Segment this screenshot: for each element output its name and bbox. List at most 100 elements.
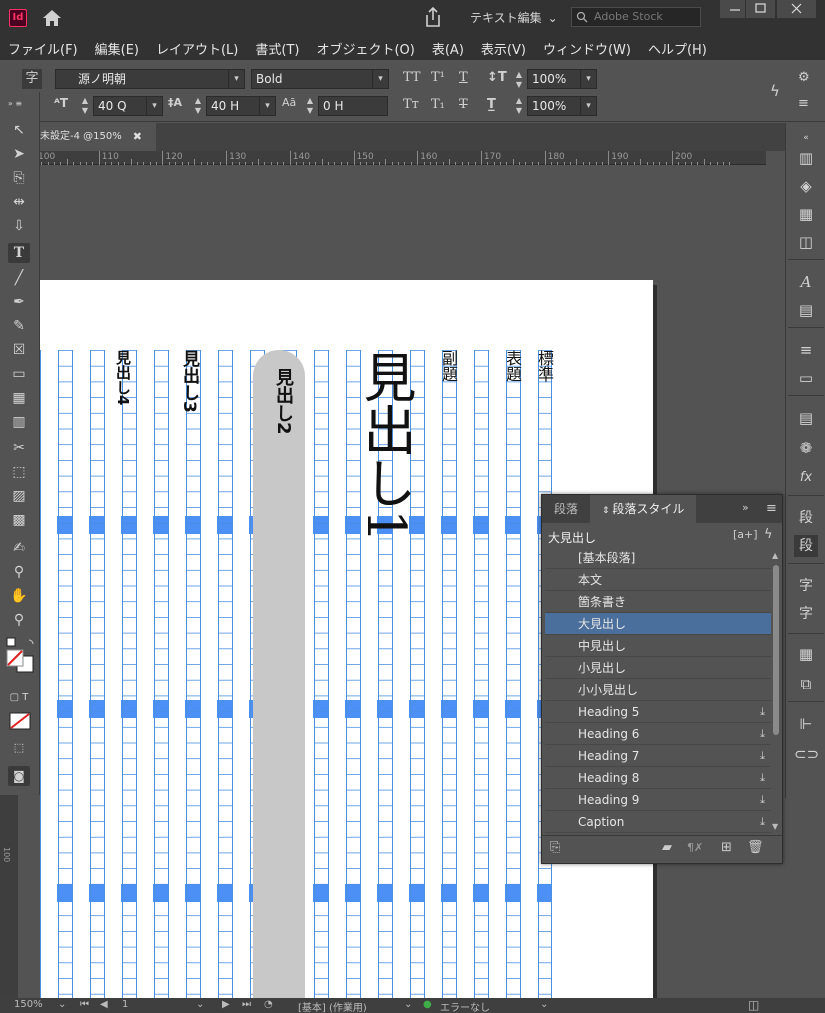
note-tool-icon[interactable]: ✍: [8, 538, 30, 558]
screen-mode-icon[interactable]: ◙: [8, 766, 30, 786]
character-mode-button[interactable]: 字: [22, 69, 42, 89]
underline-icon[interactable]: T: [459, 70, 468, 85]
panel-collapse-icon[interactable]: »: [742, 501, 749, 514]
leading-field[interactable]: 40 H ▾: [206, 96, 276, 116]
content-collector-icon[interactable]: ⇩: [8, 216, 30, 236]
preflight-status[interactable]: エラーなし: [440, 999, 490, 1013]
layers-panel-icon[interactable]: ◈: [794, 175, 818, 197]
workspace-switcher[interactable]: テキスト編集 ⌄: [470, 8, 558, 28]
small-caps-icon[interactable]: Tт: [403, 97, 419, 112]
document-tab[interactable]: 未設定-4 @150% ✖: [40, 123, 156, 151]
view-mode-icon[interactable]: ⬚: [8, 738, 30, 758]
tab-paragraph[interactable]: 段落: [542, 495, 590, 523]
eyedropper-tool-icon[interactable]: ⚲: [8, 562, 30, 582]
leading-stepper[interactable]: ▲ ▼: [192, 96, 204, 116]
split-view-icon[interactable]: ◫: [748, 998, 759, 1012]
type-tool-icon[interactable]: T: [8, 243, 30, 263]
quick-apply-icon[interactable]: ϟ: [770, 82, 780, 100]
standard-text[interactable]: 標準: [532, 350, 556, 382]
vertical-ruler[interactable]: 100: [0, 795, 18, 998]
horizontal-ruler[interactable]: 100 110 120 130 140 150 160 170 180 190 200: [35, 151, 766, 165]
style-list-item[interactable]: Heading 6 ⤓: [545, 723, 771, 745]
chevron-down-icon[interactable]: ⌄: [58, 999, 66, 1010]
gap-tool-icon[interactable]: ⇹: [8, 192, 30, 212]
vertical-scale-field[interactable]: 100% ▾: [527, 69, 597, 89]
vertical-grid-tool-icon[interactable]: ▥: [8, 412, 30, 432]
gradient-swatch-tool-icon[interactable]: ▨: [8, 486, 30, 506]
chevron-down-icon[interactable]: ⌄: [196, 999, 204, 1010]
fill-stroke-swatch[interactable]: [5, 636, 37, 676]
menu-table[interactable]: 表(A): [432, 39, 464, 58]
style-list-item[interactable]: 中見出し: [545, 635, 771, 657]
align-panel-icon[interactable]: ⊩: [794, 713, 818, 735]
pen-tool-icon[interactable]: ✒: [8, 292, 30, 312]
previous-page-icon[interactable]: ◀: [100, 999, 108, 1010]
first-page-icon[interactable]: ⏮: [80, 999, 89, 1010]
tab-paragraph-styles[interactable]: ⇕ 段落スタイル: [590, 495, 697, 523]
font-family-field[interactable]: 源ノ明朝 ▾: [55, 69, 245, 89]
panel-menu-icon[interactable]: ≡: [798, 96, 809, 111]
style-list-item[interactable]: Heading 7 ⤓: [545, 745, 771, 767]
direct-selection-tool-icon[interactable]: ➤: [8, 144, 30, 164]
style-list-item[interactable]: 小見出し: [545, 657, 771, 679]
subtitle-text[interactable]: 副題: [436, 350, 460, 382]
chevron-down-icon[interactable]: ▾: [580, 97, 596, 115]
tracking-stepper[interactable]: ▲ ▼: [304, 96, 316, 116]
character-styles-panel-icon[interactable]: 字: [794, 603, 818, 625]
gradient-feather-tool-icon[interactable]: ▩: [8, 510, 30, 530]
menu-edit[interactable]: 編集(E): [95, 39, 139, 58]
font-size-field[interactable]: 40 Q ▾: [93, 96, 163, 116]
zoom-tool-icon[interactable]: ⚲: [8, 610, 30, 630]
clear-overrides-icon[interactable]: ¶✗: [687, 841, 703, 854]
paragraph-panel-icon[interactable]: 段: [794, 507, 818, 529]
open-page-icon[interactable]: ◔: [264, 999, 273, 1010]
glyphs-panel-icon[interactable]: A: [794, 271, 818, 293]
rectangle-frame-tool-icon[interactable]: ☒: [8, 340, 30, 360]
formatting-container-icon[interactable]: ▢ T: [8, 688, 30, 708]
last-page-icon[interactable]: ⏭: [242, 999, 251, 1010]
panel-menu-icon[interactable]: ≡: [766, 501, 777, 516]
chevron-down-icon[interactable]: ⌄: [540, 999, 548, 1010]
scrollbar-thumb[interactable]: [773, 565, 779, 735]
title-text[interactable]: 表題: [500, 350, 524, 382]
tools-collapse-icon[interactable]: » ≡: [4, 94, 26, 114]
heading1-text[interactable]: 見出し1: [355, 350, 416, 543]
scissors-tool-icon[interactable]: ✂: [8, 438, 30, 458]
effects-panel-icon[interactable]: fx: [794, 467, 818, 489]
heading2-text[interactable]: 見出し2: [270, 368, 296, 435]
page-tool-icon[interactable]: ⎘: [8, 168, 30, 188]
hyperlinks-panel-icon[interactable]: ⊂⊃: [794, 743, 819, 765]
chevron-down-icon[interactable]: ▾: [146, 97, 162, 115]
pages-panel-icon[interactable]: ▥: [794, 147, 818, 169]
style-list-item[interactable]: 小小見出し: [545, 679, 771, 701]
quick-apply-icon[interactable]: ϟ: [764, 527, 773, 542]
heading4-text[interactable]: 見出し4: [113, 350, 134, 405]
style-list-item[interactable]: 大見出し: [545, 613, 771, 635]
menu-window[interactable]: ウィンドウ(W): [543, 39, 631, 58]
chevron-down-icon[interactable]: ▾: [228, 70, 244, 88]
vertical-scale-stepper[interactable]: ▲ ▼: [513, 70, 525, 90]
next-page-icon[interactable]: ▶: [222, 999, 230, 1010]
scroll-up-icon[interactable]: ▲: [772, 551, 778, 560]
stock-search-input[interactable]: Adobe Stock: [571, 7, 701, 27]
hand-tool-icon[interactable]: ✋: [8, 586, 30, 606]
all-caps-icon[interactable]: TT: [403, 70, 421, 85]
table-panel-icon[interactable]: ▦: [794, 643, 818, 665]
cc-libraries-icon[interactable]: ◫: [794, 231, 818, 253]
scroll-down-icon[interactable]: ▼: [772, 822, 778, 831]
object-styles-icon[interactable]: ⧉: [794, 673, 818, 695]
style-list-item[interactable]: Caption ⤓: [545, 811, 771, 833]
menu-help[interactable]: ヘルプ(H): [648, 39, 707, 58]
style-list-item[interactable]: Heading 8 ⤓: [545, 767, 771, 789]
story-editor-icon[interactable]: ▤: [794, 407, 818, 429]
horizontal-grid-tool-icon[interactable]: ▦: [8, 388, 30, 408]
menu-file[interactable]: ファイル(F): [8, 39, 78, 58]
links-panel-icon[interactable]: ▦: [794, 203, 818, 225]
style-list-item[interactable]: 本文: [545, 569, 771, 591]
chevron-down-icon[interactable]: ▾: [259, 97, 275, 115]
new-group-icon[interactable]: ▰: [662, 840, 672, 855]
trash-icon[interactable]: 🗑: [747, 840, 764, 855]
pencil-tool-icon[interactable]: ✎: [8, 316, 30, 336]
menu-view[interactable]: 表示(V): [481, 39, 526, 58]
home-icon[interactable]: [42, 9, 62, 27]
